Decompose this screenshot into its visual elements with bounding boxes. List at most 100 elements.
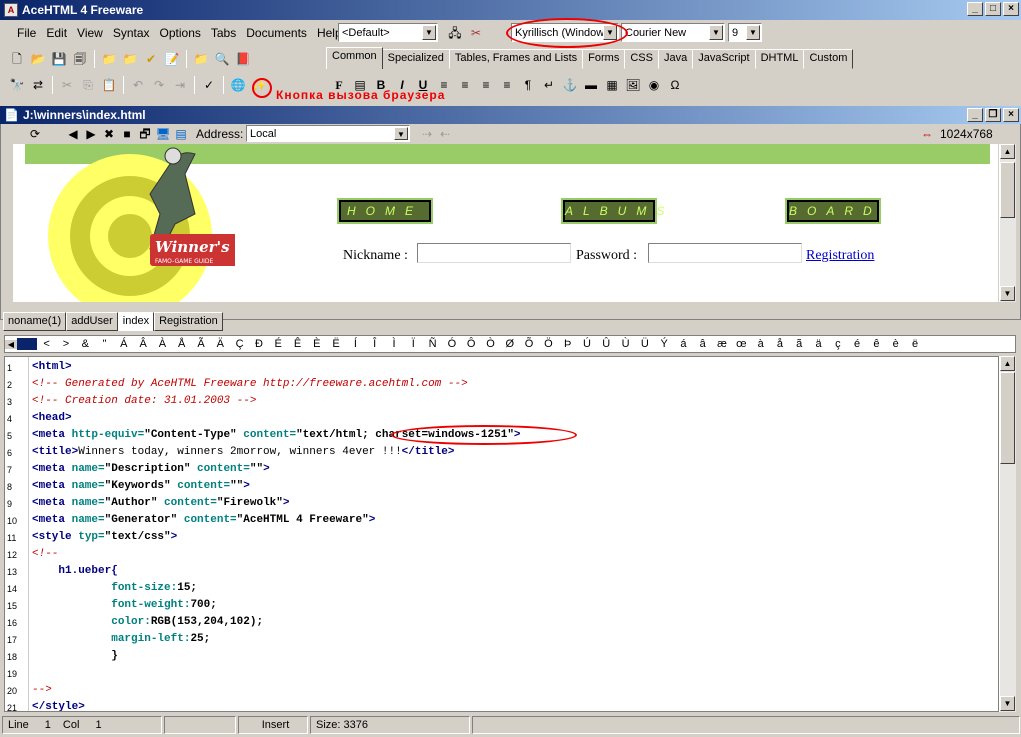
go-icon[interactable]: ⇢ [418,125,436,143]
char-cell[interactable]: è [886,338,905,350]
back-icon[interactable]: ◀ [64,125,82,143]
binoculars-icon[interactable]: 🔭 [8,76,26,94]
char-cell[interactable]: Ü [635,338,654,350]
char-cell[interactable]: Í [346,338,365,350]
char-cell[interactable]: ê [867,338,886,350]
go-back-icon[interactable]: ⇠ [436,125,454,143]
scroll-down-icon[interactable]: ▼ [1000,696,1015,711]
edit-document-icon[interactable]: 📝 [163,50,181,68]
comment-icon[interactable]: ◉ [645,76,663,94]
spellcheck-icon[interactable]: ✓ [200,76,218,94]
editor-close-button[interactable]: × [1003,108,1019,122]
char-cell[interactable]: À [153,338,172,350]
char-cell[interactable]: Î [365,338,384,350]
char-cell[interactable]: Ê [288,338,307,350]
stop-icon[interactable]: ✖ [100,125,118,143]
anchor-icon[interactable]: ⚓ [561,76,579,94]
tab-java[interactable]: Java [657,49,694,69]
save-icon[interactable]: 💾 [50,50,68,68]
scroll-up-icon[interactable]: ▲ [1000,356,1015,371]
cut-icon[interactable]: ✂ [58,76,76,94]
disconnect-icon[interactable]: ✂ [467,24,485,42]
window-icon[interactable]: 🗗 [136,125,154,143]
menu-tabs[interactable]: Tabs [206,26,241,40]
char-cell[interactable]: Ë [326,338,345,350]
align-right-icon[interactable]: ≡ [477,76,495,94]
folder-link-icon[interactable]: 📁 [192,50,210,68]
char-cell[interactable]: à [751,338,770,350]
char-cell[interactable]: Á [114,338,133,350]
minimize-button[interactable]: _ [967,2,983,16]
char-cell[interactable]: Õ [519,338,538,350]
tab-forms[interactable]: Forms [582,49,626,69]
font-combo[interactable]: Courier New ▼ [621,23,725,42]
close-button[interactable]: × [1003,2,1019,16]
align-center-icon[interactable]: ≡ [456,76,474,94]
open-folder-icon[interactable]: 📂 [29,50,47,68]
check-document-icon[interactable]: ✔ [142,50,160,68]
menu-syntax[interactable]: Syntax [108,26,155,40]
char-cell[interactable]: È [307,338,326,350]
italic-icon[interactable]: I [393,76,411,94]
nav-albums-button[interactable]: ALBUMS [561,198,664,224]
new-file-icon[interactable]: 🗋 [8,50,26,68]
forward-icon[interactable]: ▶ [82,125,100,143]
folder-icon[interactable]: 📁 [100,50,118,68]
scroll-up-icon[interactable]: ▲ [1000,144,1015,159]
char-cell[interactable]: É [269,338,288,350]
address-combo[interactable]: Local ▼ [246,125,410,142]
menu-documents[interactable]: Documents [241,26,312,40]
char-cell[interactable]: á [674,338,693,350]
char-cell[interactable]: ã [790,338,809,350]
style-combo[interactable]: <Default> ▼ [338,23,438,42]
replace-icon[interactable]: ⇄ [29,76,47,94]
tab-javascript[interactable]: JavaScript [692,49,756,69]
scroll-down-icon[interactable]: ▼ [1000,286,1015,301]
char-scroll-left-icon[interactable]: ◀ [5,339,17,349]
special-char-icon[interactable]: Ω [666,76,684,94]
book-icon[interactable]: 📕 [234,50,252,68]
undo-icon[interactable]: ↶ [129,76,147,94]
char-cell[interactable]: Ì [384,338,403,350]
char-cell[interactable]: Ô [462,338,481,350]
char-cell[interactable]: Ù [616,338,635,350]
nav-home-button[interactable]: HOME [337,198,433,224]
font-icon[interactable]: F [330,76,348,94]
indent-icon[interactable]: ⇥ [171,76,189,94]
editor-minimize-button[interactable]: _ [967,108,983,122]
char-cell[interactable]: é [847,338,866,350]
char-cell[interactable]: æ [712,338,731,350]
code-editor[interactable]: 1 2 3 4 5 6 7 8 9 10 11 12 13 14 15 16 1… [4,356,999,712]
doc-tab-registration[interactable]: Registration [154,312,223,331]
justify-icon[interactable]: ≡ [498,76,516,94]
tab-css[interactable]: CSS [624,49,659,69]
redo-icon[interactable]: ↷ [150,76,168,94]
char-cell[interactable]: ç [828,338,847,350]
folder-open-icon[interactable]: 📁 [121,50,139,68]
nav-board-button[interactable]: BOARD [785,198,881,224]
monitor-icon[interactable]: 🖥 [154,125,172,143]
horizontal-rule-icon[interactable]: ▬ [582,76,600,94]
char-cell[interactable]: Ñ [423,338,442,350]
doc-tab-adduser[interactable]: addUser [66,312,118,331]
registration-link[interactable]: Registration [806,248,874,264]
size-combo[interactable]: 9 ▼ [728,23,762,42]
layout-icon[interactable]: ▤ [172,125,190,143]
char-cell[interactable]: Ä [211,338,230,350]
tab-dhtml[interactable]: DHTML [754,49,805,69]
char-cell[interactable]: Å [172,338,191,350]
char-cell[interactable]: Ï [404,338,423,350]
char-cell[interactable]: Ý [655,338,674,350]
tab-common[interactable]: Common [326,47,383,69]
menu-options[interactable]: Options [155,26,206,40]
tab-custom[interactable]: Custom [803,49,854,69]
table-icon[interactable]: ▦ [603,76,621,94]
paste-icon[interactable]: 📋 [100,76,118,94]
char-cell[interactable]: Ø [500,338,519,350]
bold-icon[interactable]: B [372,76,390,94]
char-cell[interactable]: Ö [539,338,558,350]
char-cell[interactable]: Û [597,338,616,350]
doc-tab-noname[interactable]: noname(1) [3,312,67,331]
scroll-thumb[interactable] [1000,162,1015,218]
char-cell[interactable]: Â [133,338,152,350]
